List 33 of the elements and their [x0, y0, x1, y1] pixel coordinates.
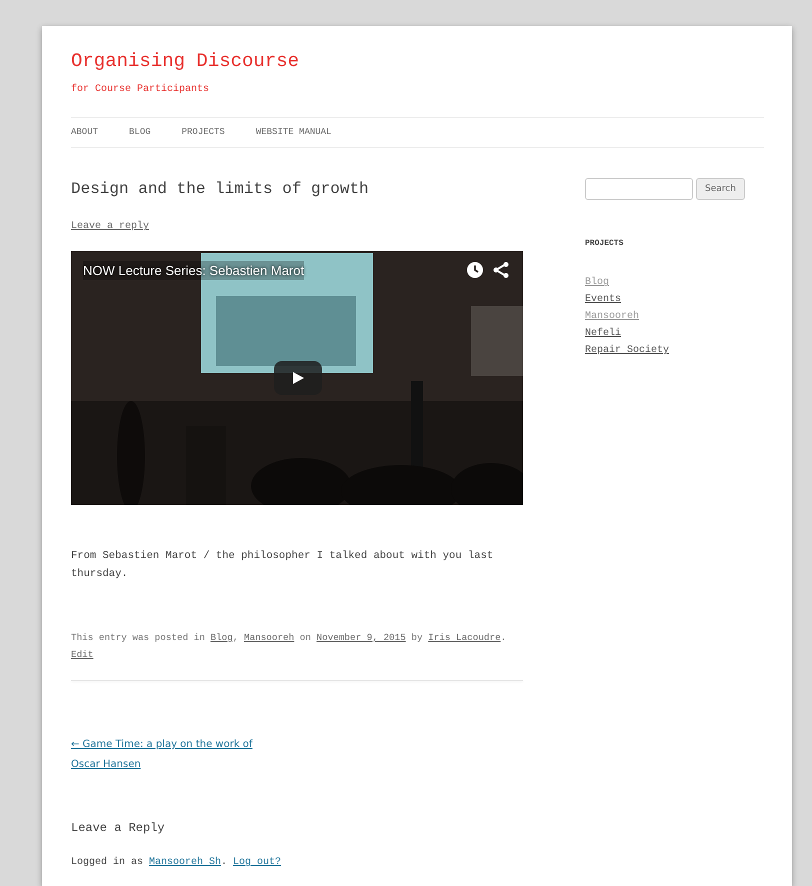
account-link[interactable]: Mansooreh Sh: [149, 856, 222, 868]
leave-reply-link[interactable]: Leave a reply: [71, 219, 150, 234]
logged-in-text: Logged in as Mansooreh Sh. Log out?: [71, 856, 282, 870]
project-link[interactable]: Nefeli: [585, 328, 622, 340]
meta-link[interactable]: Blog: [210, 632, 233, 643]
meta-link[interactable]: Mansooreh: [244, 632, 294, 643]
previous-post-link[interactable]: ← Game Time: a play on the work of Oscar Hansen: [71, 734, 281, 775]
video-title[interactable]: NOW Lecture Series: Sebastien Marot: [83, 260, 304, 280]
site-title[interactable]: Organising Discourse: [71, 50, 764, 73]
edit-link[interactable]: Edit: [71, 648, 94, 660]
project-link[interactable]: Repair Society: [585, 345, 670, 356]
project-link[interactable]: Blog: [585, 277, 610, 288]
nav-link[interactable]: ABOUT: [71, 126, 98, 140]
site-tagline: for Course Participants: [71, 82, 210, 97]
account-link[interactable]: Log out?: [233, 856, 282, 868]
nav-link[interactable]: WEBSITE MANUAL: [256, 126, 332, 140]
post-meta: This entry was posted in Blog, Mansooreh on November 9, 2015 by Iris Lacoudre.: [71, 630, 508, 645]
share-icon[interactable]: [493, 262, 509, 278]
project-link[interactable]: Events: [585, 294, 622, 306]
project-link[interactable]: Mansooreh: [585, 311, 640, 322]
meta-link[interactable]: Iris Lacoudre: [428, 632, 501, 643]
reply-heading: Leave a Reply: [71, 820, 166, 837]
post-body: From Sebastien Marot / the philosopher I talked about with you last thursday.: [71, 548, 494, 582]
play-button[interactable]: [274, 360, 322, 395]
clock-icon[interactable]: [467, 262, 483, 278]
widget-title: PROJECTS: [585, 238, 624, 250]
search-field[interactable]: [585, 178, 693, 200]
meta-link[interactable]: November 9, 2015: [316, 632, 406, 643]
search-button[interactable]: Search: [696, 178, 745, 200]
play-icon: [291, 370, 305, 385]
nav-link[interactable]: PROJECTS: [182, 126, 225, 140]
post-title: Design and the limits of growth: [71, 180, 370, 200]
nav-link[interactable]: BLOG: [129, 126, 151, 140]
